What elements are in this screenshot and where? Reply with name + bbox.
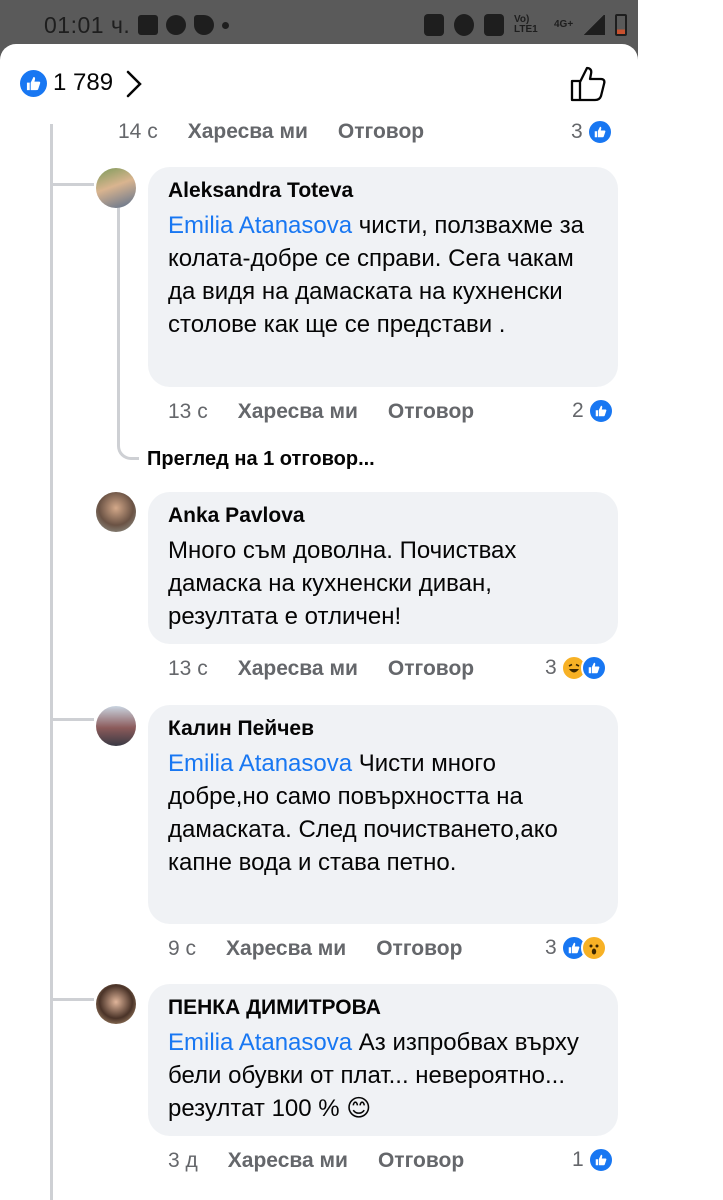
wow-reaction-icon [580, 935, 607, 961]
chevron-right-icon[interactable] [124, 68, 144, 100]
comment-time: 13 с [168, 657, 208, 680]
like-reaction-icon [587, 1147, 614, 1173]
like-reaction-icon [580, 655, 607, 681]
comment-reactions[interactable]: 3 [571, 117, 613, 147]
mention-link[interactable]: Emilia Atanasova [168, 1029, 352, 1056]
reply-thread-line [117, 194, 120, 434]
likes-count: 1 789 [53, 69, 114, 96]
comment-bubble[interactable]: ПЕНКА ДИМИТРОВА Emilia Atanasova Аз изпр… [148, 984, 618, 1136]
comment-text: Emilia Atanasova Чисти много добре,но са… [168, 747, 598, 879]
like-link[interactable]: Харесва ми [238, 657, 358, 681]
branch-line [50, 998, 94, 1001]
facebook-icon [166, 15, 186, 35]
comment-author[interactable]: ПЕНКА ДИМИТРОВА [168, 996, 598, 1020]
like-reaction-icon [586, 119, 613, 145]
comment-reactions[interactable]: 1 [572, 1145, 614, 1175]
reply-link[interactable]: Отговор [376, 937, 462, 961]
reactions-header[interactable]: 1 789 [0, 44, 638, 124]
like-link[interactable]: Харесва ми [238, 400, 358, 424]
like-link[interactable]: Харесва ми [228, 1149, 348, 1173]
avatar[interactable] [96, 984, 136, 1024]
mute-icon [484, 14, 504, 36]
comment-bubble[interactable]: Калин Пейчев Emilia Atanasova Чисти мног… [148, 705, 618, 924]
comment-bubble[interactable]: Aleksandra Toteva Emilia Atanasova чисти… [148, 167, 618, 387]
comment-meta: 13 с Харесва ми Отговор [168, 654, 504, 684]
reactions-count: 3 [545, 936, 557, 959]
like-badge-icon [20, 70, 47, 97]
comment-reactions[interactable]: 3 [545, 933, 607, 963]
like-outline-icon[interactable] [568, 64, 608, 104]
comment-reactions[interactable]: 3 [545, 653, 607, 683]
alarm-icon [454, 14, 474, 36]
reply-link[interactable]: Отговор [378, 1149, 464, 1173]
comment-reactions[interactable]: 2 [572, 396, 614, 426]
branch-line [50, 718, 94, 721]
comment-author[interactable]: Калин Пейчев [168, 717, 598, 741]
comments-sheet: 1 789 14 с Харесва ми Отговор 3 Aleksand… [0, 44, 638, 1200]
view-replies-link[interactable]: Преглед на 1 отговор... [147, 448, 375, 471]
status-time: 01:01 ч. [44, 12, 131, 38]
like-link[interactable]: Харесва ми [226, 937, 346, 961]
comment-time: 14 с [118, 120, 158, 143]
network-label: 4G+ [554, 19, 574, 30]
reply-link[interactable]: Отговор [388, 657, 474, 681]
comment-meta: 13 с Харесва ми Отговор [168, 397, 504, 427]
comment-bubble[interactable]: Anka Pavlova Много съм доволна. Почиства… [148, 492, 618, 644]
comment-meta: 14 с Харесва ми Отговор [118, 117, 454, 147]
comment-time: 3 д [168, 1149, 198, 1172]
mention-link[interactable]: Emilia Atanasova [168, 212, 352, 239]
signal-icon [583, 15, 606, 35]
reactions-count: 3 [571, 120, 583, 143]
comment-author[interactable]: Aleksandra Toteva [168, 179, 598, 203]
more-notifications-icon [222, 21, 229, 29]
avatar[interactable] [96, 168, 136, 208]
comment-meta: 9 с Харесва ми Отговор [168, 934, 492, 964]
reactions-count: 1 [572, 1148, 584, 1171]
avatar[interactable] [96, 706, 136, 746]
reactions-count: 3 [545, 656, 557, 679]
comment-meta: 3 д Харесва ми Отговор [168, 1146, 494, 1176]
avatar[interactable] [96, 492, 136, 532]
reply-link[interactable]: Отговор [338, 120, 424, 144]
comment-author[interactable]: Anka Pavlova [168, 504, 598, 528]
reply-link[interactable]: Отговор [388, 400, 474, 424]
sim-icon [424, 14, 444, 36]
comment-time: 13 с [168, 400, 208, 423]
like-link[interactable]: Харесва ми [188, 120, 308, 144]
thread-line [50, 124, 53, 1200]
comment-text: Emilia Atanasova чисти, ползвахме за кол… [168, 209, 598, 341]
comment-text: Emilia Atanasova Аз изпробвах върху бели… [168, 1026, 598, 1125]
battery-icon [615, 14, 628, 36]
telegram-icon [194, 15, 214, 35]
comment-time: 9 с [168, 937, 197, 960]
branch-line [50, 183, 94, 186]
reactions-count: 2 [572, 399, 584, 422]
mention-link[interactable]: Emilia Atanasova [168, 750, 352, 777]
like-reaction-icon [587, 398, 614, 424]
view-replies-connector [117, 424, 139, 460]
gallery-icon [138, 15, 158, 35]
comment-text: Много съм доволна. Почиствах дамаска на … [168, 537, 517, 630]
volte-label: Vo) LTE1 [514, 14, 538, 35]
